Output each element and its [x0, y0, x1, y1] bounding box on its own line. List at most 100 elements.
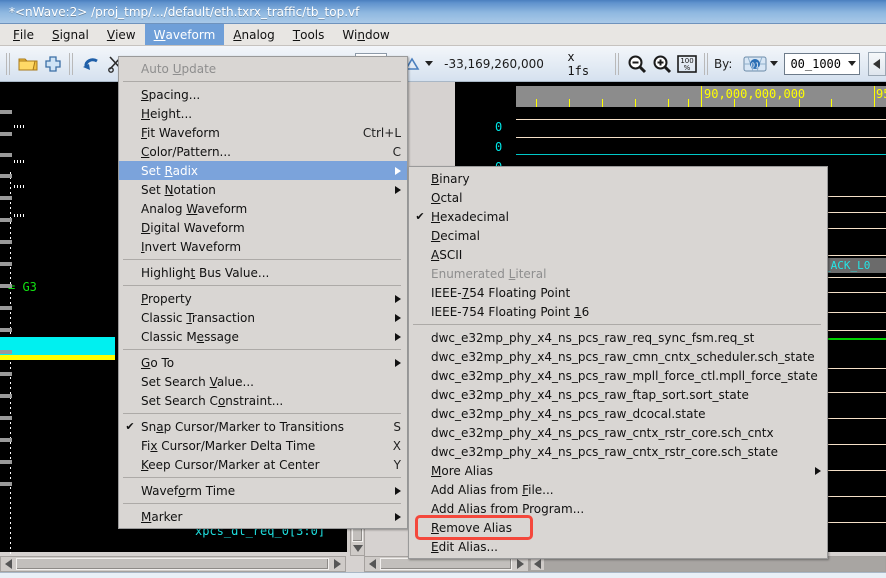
menu-item-set-search-value[interactable]: Set Search Value... — [119, 372, 407, 391]
menu-item-dwc-e32mp-phy-x4-ns-pcs-raw-cmn-cntx-scheduler-sch-state[interactable]: dwc_e32mp_phy_x4_ns_pcs_raw_cmn_cntx_sch… — [409, 347, 827, 366]
radix-dropdown-caret-icon[interactable] — [769, 61, 778, 66]
radix-binary-icon[interactable]: 01 — [742, 51, 768, 77]
menu-item-decimal[interactable]: Decimal — [409, 226, 827, 245]
signal-trace — [824, 418, 886, 419]
menu-item-height[interactable]: Height... — [119, 104, 407, 123]
zoom-in-icon[interactable] — [651, 51, 674, 77]
previous-transition-icon[interactable] — [867, 51, 886, 76]
menubar-item-tools[interactable]: Tools — [284, 24, 334, 45]
menu-item-binary[interactable]: Binary — [409, 169, 827, 188]
toolbar-grip-2[interactable] — [69, 52, 75, 75]
menu-item-snap-cursor-marker-to-transitions[interactable]: ✔ Snap Cursor/Marker to Transitions S — [119, 417, 407, 436]
signal-trace — [824, 496, 886, 497]
menu-item-label: dwc_e32mp_phy_x4_ns_pcs_raw_cmn_cntx_sch… — [431, 349, 815, 364]
hscroll-right-arrow[interactable] — [331, 558, 344, 570]
menu-item-go-to[interactable]: Go To — [119, 353, 407, 372]
menubar-item-analog[interactable]: Analog — [224, 24, 283, 45]
menu-item-invert-waveform[interactable]: Invert Waveform — [119, 237, 407, 256]
waveform-menu[interactable]: Auto Update Spacing... Height... Fit Wavefo… — [118, 56, 408, 529]
menu-item-dwc-e32mp-phy-x4-ns-pcs-raw-dcocal-state[interactable]: dwc_e32mp_phy_x4_ns_pcs_raw_dcocal.state — [409, 404, 827, 423]
svg-text:01: 01 — [751, 61, 759, 69]
menu-item-classic-message[interactable]: Classic Message — [119, 327, 407, 346]
menu-item-highlight-bus-value[interactable]: Highlight Bus Value... — [119, 263, 407, 282]
menu-item-classic-transaction[interactable]: Classic Transaction — [119, 308, 407, 327]
menu-item-spacing[interactable]: Spacing... — [119, 85, 407, 104]
menu-item-label: ASCII — [431, 247, 463, 262]
menu-item-dwc-e32mp-phy-x4-ns-pcs-raw-req-sync-fsm-req-st[interactable]: dwc_e32mp_phy_x4_ns_pcs_raw_req_sync_fsm… — [409, 328, 827, 347]
menu-item-dwc-e32mp-phy-x4-ns-pcs-raw-mpll-force-ctl-mpll-force-state[interactable]: dwc_e32mp_phy_x4_ns_pcs_raw_mpll_force_c… — [409, 366, 827, 385]
menu-item-remove-alias[interactable]: Remove Alias — [409, 518, 827, 537]
submenu-arrow-icon — [395, 294, 401, 303]
set-radix-submenu[interactable]: Binary Octal ✔ Hexadecimal Decimal ASCII Enume… — [408, 166, 828, 559]
submenu-arrow-icon — [395, 185, 401, 194]
folder-open-icon[interactable] — [16, 51, 39, 77]
menu-item-dwc-e32mp-phy-x4-ns-pcs-raw-ftap-sort-sort-state[interactable]: dwc_e32mp_phy_x4_ns_pcs_raw_ftap_sort.so… — [409, 385, 827, 404]
zoom-100-percent-icon[interactable]: 100% — [676, 51, 699, 77]
radix-combo[interactable]: 00_1000 — [784, 52, 861, 75]
toolbar-grip-3[interactable] — [615, 52, 621, 75]
by-label: By: — [713, 56, 733, 71]
undo-icon[interactable] — [80, 51, 103, 77]
selected-signal-row-highlight[interactable] — [0, 337, 115, 355]
marker-row-highlight — [0, 355, 115, 360]
menubar-item-file[interactable]: File — [4, 24, 43, 45]
menu-item-octal[interactable]: Octal — [409, 188, 827, 207]
menu-item-label: dwc_e32mp_phy_x4_ns_pcs_raw_cntx_rstr_co… — [431, 425, 774, 440]
menu-item-ascii[interactable]: ASCII — [409, 245, 827, 264]
menu-item-add-alias-from-file[interactable]: Add Alias from File... — [409, 480, 827, 499]
hscroll2-right-arrow[interactable] — [514, 558, 527, 570]
menu-item-add-alias-from-program[interactable]: Add Alias from Program... — [409, 499, 827, 518]
hscroll2-left-arrow[interactable] — [366, 558, 379, 570]
tree-tick — [0, 153, 12, 157]
zoom-out-icon[interactable] — [626, 51, 649, 77]
menu-item-label: Set Notation — [141, 182, 216, 197]
menu-item-edit-alias[interactable]: Edit Alias... — [409, 537, 827, 556]
menu-item-label: Analog Waveform — [141, 201, 248, 216]
menu-item-label: Remove Alias — [431, 520, 513, 535]
menu-item-dwc-e32mp-phy-x4-ns-pcs-raw-cntx-rstr-core-sch-cntx[interactable]: dwc_e32mp_phy_x4_ns_pcs_raw_cntx_rstr_co… — [409, 423, 827, 442]
menu-item-ieee-754-floating-point[interactable]: IEEE-754 Floating Point — [409, 283, 827, 302]
menu-item-fit-waveform[interactable]: Fit Waveform Ctrl+L — [119, 123, 407, 142]
menubar-item-view[interactable]: View — [98, 24, 145, 45]
menu-item-label: Classic Message — [141, 329, 239, 344]
hscroll-thumb[interactable] — [16, 558, 329, 570]
signal-trace — [824, 255, 886, 256]
menubar-item-window[interactable]: Wi n dow — [333, 24, 398, 45]
hscroll2-thumb[interactable] — [380, 558, 512, 570]
menubar-item-signal[interactable]: Signal — [43, 24, 98, 45]
menu-item-ieee-754-floating-point-16[interactable]: IEEE-754 Floating Point 16 — [409, 302, 827, 321]
time-ruler[interactable]: 90,000,000,000 95 — [516, 86, 886, 107]
menu-item-fix-cursor-marker-delta-time[interactable]: Fix Cursor/Marker Delta Time X — [119, 436, 407, 455]
left-hscrollbar[interactable] — [0, 556, 346, 572]
menu-item-property[interactable]: Property — [119, 289, 407, 308]
tree-tick — [0, 240, 12, 244]
menu-item-label: Add Alias from Program... — [431, 501, 585, 516]
menu-item-accelerator: X — [392, 438, 401, 453]
submenu-arrow-icon — [815, 466, 821, 475]
menu-bar[interactable]: File Signal View Waveform Analog Tools W… — [0, 24, 886, 46]
menu-item-color-pattern[interactable]: Color/Pattern... C — [119, 142, 407, 161]
submenu-arrow-icon — [395, 332, 401, 341]
menu-item-more-alias[interactable]: More Alias — [409, 461, 827, 480]
hscroll-left-arrow[interactable] — [2, 558, 15, 570]
menu-item-keep-cursor-marker-at-center[interactable]: Keep Cursor/Marker at Center Y — [119, 455, 407, 474]
menubar-item-waveform[interactable]: Waveform — [144, 24, 225, 45]
menu-item-set-radix[interactable]: Set Radix — [119, 161, 407, 180]
menu-item-waveform-time[interactable]: Waveform Time — [119, 481, 407, 500]
menu-item-set-notation[interactable]: Set Notation — [119, 180, 407, 199]
menu-item-label: Fix Cursor/Marker Delta Time — [141, 438, 316, 453]
marker-dropdown-caret-icon[interactable] — [425, 61, 434, 66]
menu-item-digital-waveform[interactable]: Digital Waveform — [119, 218, 407, 237]
menu-item-dwc-e32mp-phy-x4-ns-pcs-raw-cntx-rstr-core-sch-state[interactable]: dwc_e32mp_phy_x4_ns_pcs_raw_cntx_rstr_co… — [409, 442, 827, 461]
menu-item-set-search-constraint[interactable]: Set Search Constraint... — [119, 391, 407, 410]
radix-combo-caret-icon[interactable] — [848, 61, 857, 66]
tree-tick — [0, 306, 12, 310]
menu-item-analog-waveform[interactable]: Analog Waveform — [119, 199, 407, 218]
menu-item-marker[interactable]: Marker — [119, 507, 407, 526]
toolbar-grip-4[interactable] — [703, 52, 709, 75]
add-signal-icon[interactable] — [41, 51, 64, 77]
menu-item-hexadecimal[interactable]: ✔ Hexadecimal — [409, 207, 827, 226]
vscroll-down-arrow[interactable] — [352, 542, 363, 554]
toolbar-grip[interactable] — [6, 52, 12, 75]
hscroll3-left-arrow[interactable] — [531, 558, 544, 570]
